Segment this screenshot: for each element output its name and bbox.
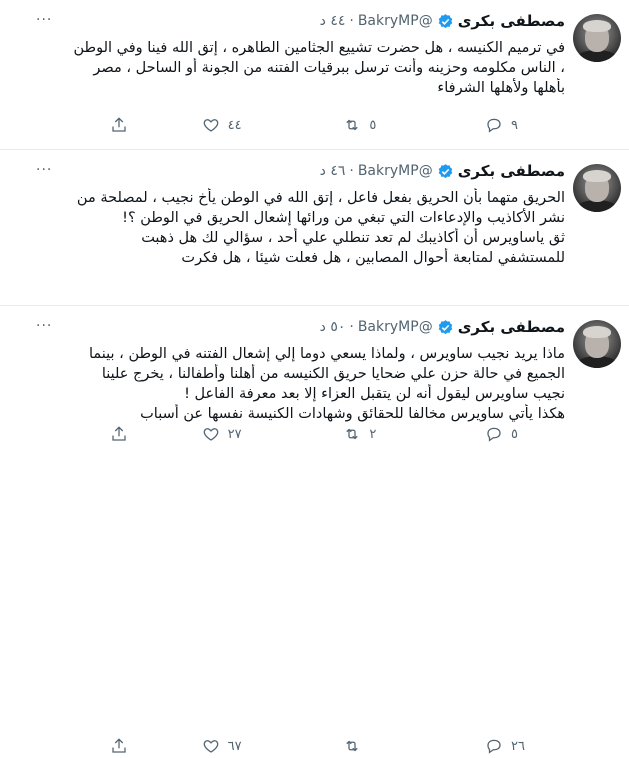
tweet-text: ماذا يريد نجيب ساويرس ، ولماذا يسعي دوما… bbox=[36, 344, 565, 424]
tweet-text: في ترميم الكنيسه ، هل حضرت تشييع الجثامي… bbox=[36, 38, 566, 98]
more-options-icon[interactable]: ··· bbox=[36, 318, 52, 334]
like-count: ٦٧ bbox=[227, 738, 242, 754]
tweet-text-line: نشر الأكاذيب والإدعاءات التي تبغي من ورا… bbox=[122, 210, 565, 226]
share-icon bbox=[112, 738, 126, 753]
tweet[interactable]: مصطفى بكرى @BakryMP · ٤٦ د ··· الحريق مت… bbox=[0, 150, 629, 442]
tweet-header: مصطفى بكرى @BakryMP · ٥٠ د bbox=[320, 318, 565, 336]
reply-count: ٩ bbox=[510, 117, 518, 133]
heart-icon bbox=[203, 119, 218, 132]
tweet-text-line: بأهلها ولأهلها الشرفاء bbox=[437, 80, 565, 96]
verified-badge-icon bbox=[438, 319, 452, 334]
verified-badge-icon bbox=[438, 13, 452, 28]
reply-button[interactable]: ٢٦ bbox=[485, 737, 565, 755]
tweet-text-line: هكذا يأتي ساويرس مخالفا للحقائق وشهادات … bbox=[140, 406, 565, 422]
timeline-feed: مصطفى بكرى @BakryMP · ٤٤ د ··· في ترميم … bbox=[0, 0, 629, 754]
reply-icon bbox=[487, 739, 501, 754]
verified-badge-icon bbox=[438, 163, 452, 178]
like-count: ٤٤ bbox=[227, 117, 242, 133]
timestamp[interactable]: ٥٠ د bbox=[320, 319, 346, 335]
action-bar: ٦٧ ٢٦ bbox=[110, 734, 565, 758]
tweet-header: مصطفى بكرى @BakryMP · ٤٤ د bbox=[320, 12, 565, 30]
avatar[interactable] bbox=[573, 320, 621, 368]
avatar[interactable] bbox=[573, 164, 621, 212]
tweet-text: الحريق متهما بأن الحريق بفعل فاعل ، إتق … bbox=[36, 188, 565, 268]
tweet-text-line: نجيب ساويرس ليقول أنه لن يتقبل العزاء إل… bbox=[184, 386, 565, 402]
tweet-text-line: ، الناس مكلومه وحزينه وأنت ترسل ببرقيات … bbox=[93, 60, 565, 76]
tweet-text-line: الحريق متهما بأن الحريق بفعل فاعل ، إتق … bbox=[76, 190, 565, 206]
display-name[interactable]: مصطفى بكرى bbox=[458, 12, 565, 30]
retweet-icon bbox=[346, 119, 359, 131]
display-name[interactable]: مصطفى بكرى bbox=[458, 318, 565, 336]
retweet-button[interactable] bbox=[343, 737, 423, 755]
retweet-icon bbox=[346, 740, 359, 752]
more-options-icon[interactable]: ··· bbox=[36, 12, 52, 28]
reply-button[interactable]: ٩ bbox=[485, 116, 565, 134]
timestamp[interactable]: ٤٦ د bbox=[320, 163, 346, 179]
tweet-text-line: للمستشفي لمتابعة أحوال المصابين ، هل فعل… bbox=[181, 250, 565, 266]
tweet-text-line: ماذا يريد نجيب ساويرس ، ولماذا يسعي دوما… bbox=[88, 346, 565, 362]
user-handle[interactable]: @BakryMP bbox=[358, 319, 433, 335]
more-options-icon[interactable]: ··· bbox=[36, 162, 52, 178]
avatar[interactable] bbox=[573, 14, 621, 62]
heart-icon bbox=[203, 740, 218, 753]
share-icon bbox=[112, 117, 126, 132]
like-button[interactable]: ٦٧ bbox=[202, 737, 282, 755]
reply-count: ٢٦ bbox=[510, 738, 525, 754]
reply-icon bbox=[487, 118, 501, 133]
user-handle[interactable]: @BakryMP bbox=[358, 13, 433, 29]
separator-dot: · bbox=[349, 319, 354, 335]
display-name[interactable]: مصطفى بكرى bbox=[458, 162, 565, 180]
separator-dot: · bbox=[349, 13, 354, 29]
like-button[interactable]: ٤٤ bbox=[202, 116, 282, 134]
share-button[interactable] bbox=[110, 737, 140, 755]
separator-dot: · bbox=[349, 163, 354, 179]
timestamp[interactable]: ٤٤ د bbox=[320, 13, 346, 29]
action-bar: ٤٤ ٥ ٩ bbox=[110, 113, 565, 137]
tweet-text-line: في ترميم الكنيسه ، هل حضرت تشييع الجثامي… bbox=[73, 40, 566, 56]
tweet-text-line: الجميع في حالة حزن علي ضحايا حريق الكنيس… bbox=[101, 366, 565, 382]
share-button[interactable] bbox=[110, 116, 140, 134]
retweet-button[interactable]: ٥ bbox=[343, 116, 423, 134]
tweet[interactable]: مصطفى بكرى @BakryMP · ٤٤ د ··· في ترميم … bbox=[0, 0, 629, 150]
tweet-text-line: ثق ياساويرس أن أكاذيبك لم تعد تنطلي علي … bbox=[141, 230, 565, 246]
user-handle[interactable]: @BakryMP bbox=[358, 163, 433, 179]
retweet-count: ٥ bbox=[369, 117, 377, 133]
tweet[interactable]: مصطفى بكرى @BakryMP · ٥٠ د ··· ماذا يريد… bbox=[0, 306, 629, 754]
tweet-header: مصطفى بكرى @BakryMP · ٤٦ د bbox=[320, 162, 565, 180]
